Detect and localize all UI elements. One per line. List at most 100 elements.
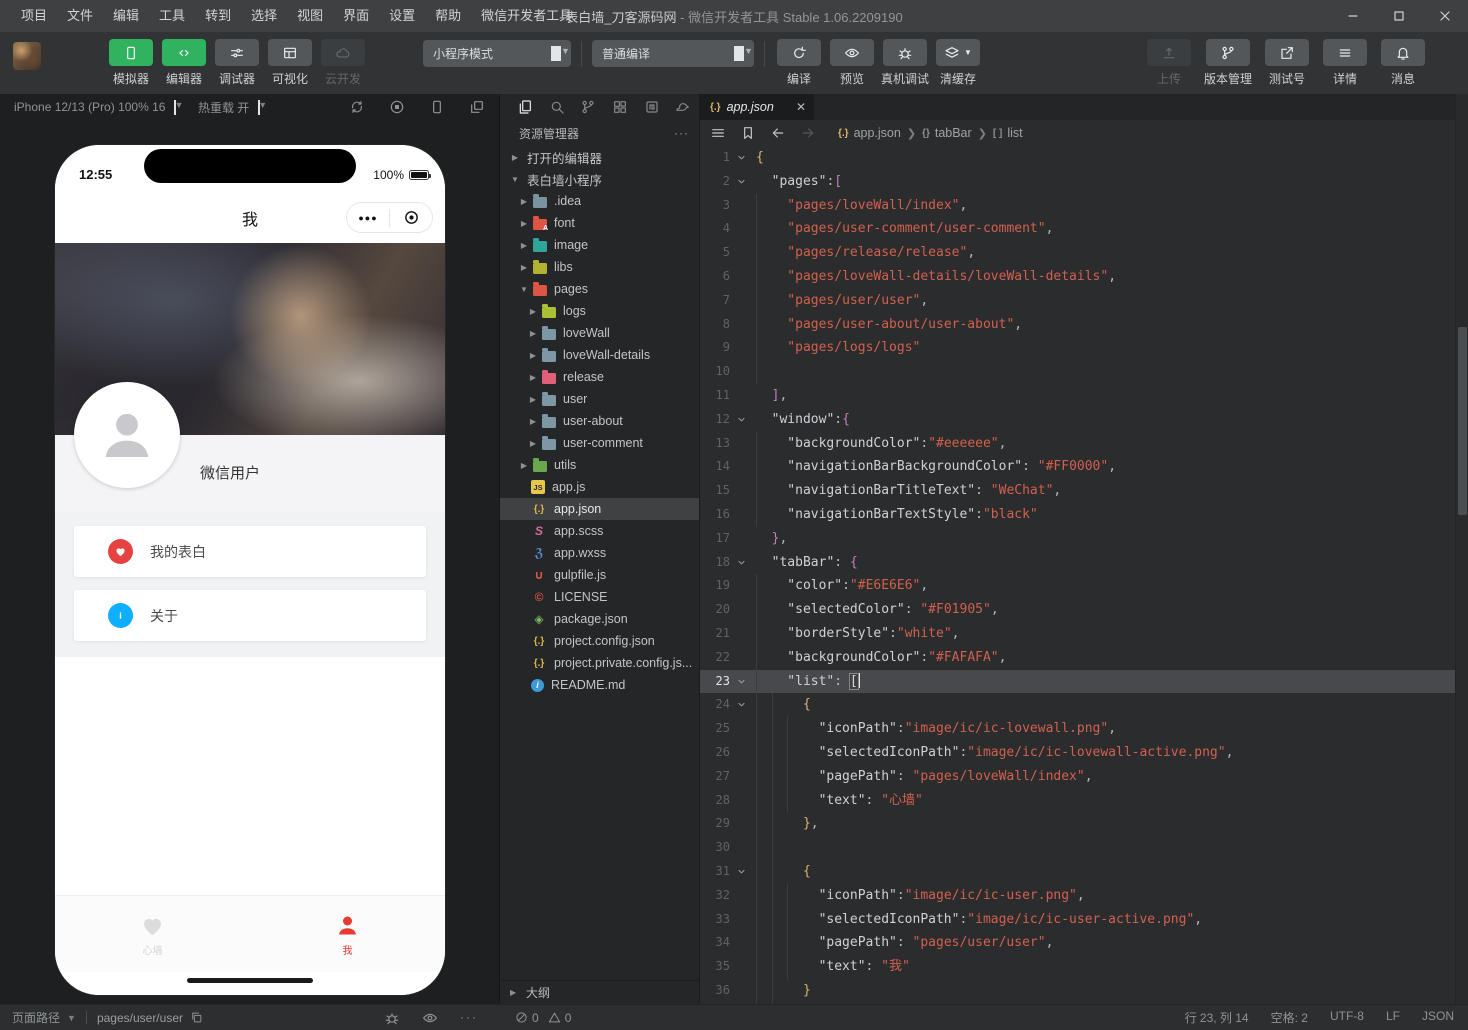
fold-chevron-icon[interactable] — [730, 860, 752, 884]
tree-item-loveWall-details[interactable]: ▶loveWall-details — [500, 344, 699, 366]
user-avatar[interactable] — [13, 42, 41, 70]
phone-tab-我[interactable]: 我 — [250, 896, 445, 972]
code-line-17[interactable]: 17 }, — [700, 527, 1468, 551]
fold-chevron-icon[interactable] — [730, 170, 752, 194]
breadcrumb-item-tabBar[interactable]: {}tabBar — [922, 126, 972, 140]
code-line-16[interactable]: 16 "navigationBarTextStyle":"black" — [700, 503, 1468, 527]
page-path-label[interactable]: 页面路径 — [12, 1009, 60, 1026]
code-line-32[interactable]: 32 "iconPath":"image/ic/ic-user.png", — [700, 884, 1468, 908]
menu-转到[interactable]: 转到 — [196, 0, 240, 32]
code-line-9[interactable]: 9 "pages/logs/logs" — [700, 336, 1468, 360]
eye-icon[interactable] — [422, 1010, 438, 1026]
code-line-6[interactable]: 6 "pages/loveWall-details/loveWall-detai… — [700, 265, 1468, 289]
tree-item-user-comment[interactable]: ▶user-comment — [500, 432, 699, 454]
code-line-35[interactable]: 35 "text": "我" — [700, 955, 1468, 979]
code-line-30[interactable]: 30 — [700, 836, 1468, 860]
menu-帮助[interactable]: 帮助 — [426, 0, 470, 32]
tree-item-release[interactable]: ▶release — [500, 366, 699, 388]
multi-window-icon[interactable] — [469, 99, 485, 115]
code-line-4[interactable]: 4 "pages/user-comment/user-comment", — [700, 217, 1468, 241]
tree-item-app.json[interactable]: {.}app.json — [500, 498, 699, 520]
tree-item-user-about[interactable]: ▶user-about — [500, 410, 699, 432]
npm-panel-icon[interactable] — [636, 99, 668, 115]
tree-item-app.wxss[interactable]: ℨapp.wxss — [500, 542, 699, 564]
tree-item-gulpfile.js[interactable]: ∪gulpfile.js — [500, 564, 699, 586]
device-frame-icon[interactable] — [429, 99, 445, 115]
code-line-10[interactable]: 10 — [700, 360, 1468, 384]
tree-item-loveWall[interactable]: ▶loveWall — [500, 322, 699, 344]
tree-item-project.private.config.js...[interactable]: {.}project.private.config.js... — [500, 652, 699, 674]
tree-item-pages[interactable]: ▼pages — [500, 278, 699, 300]
调试器-button[interactable]: 调试器 — [213, 39, 261, 87]
云开发-button[interactable]: 云开发 — [319, 39, 367, 87]
code-line-33[interactable]: 33 "selectedIconPath":"image/ic/ic-user-… — [700, 908, 1468, 932]
tree-item-.idea[interactable]: ▶.idea — [500, 190, 699, 212]
menu-文件[interactable]: 文件 — [58, 0, 102, 32]
预览-button[interactable]: 预览 — [828, 39, 876, 87]
code-line-34[interactable]: 34 "pagePath": "pages/user/user", — [700, 931, 1468, 955]
code-line-12[interactable]: 12 "window":{ — [700, 408, 1468, 432]
breadcrumb-item-list[interactable]: [ ]list — [993, 126, 1023, 140]
hot-reload-toggle[interactable]: 热重载 开 — [198, 99, 249, 116]
record-stop-icon[interactable] — [389, 99, 405, 115]
fold-chevron-icon[interactable] — [730, 146, 752, 170]
tab-app-json[interactable]: {.} app.json ✕ — [700, 94, 814, 120]
menu-工具[interactable]: 工具 — [150, 0, 194, 32]
menu-设置[interactable]: 设置 — [380, 0, 424, 32]
open-editors-list-icon[interactable] — [710, 125, 726, 141]
消息-button[interactable]: 消息 — [1380, 39, 1426, 87]
code-editor[interactable]: 1{2 "pages":[3 "pages/loveWall/index",4 … — [700, 146, 1468, 1004]
home-indicator[interactable] — [187, 978, 313, 983]
code-line-31[interactable]: 31 { — [700, 860, 1468, 884]
close-tab-icon[interactable]: ✕ — [796, 100, 806, 114]
phone-tab-心墙[interactable]: 心墙 — [55, 896, 250, 972]
menu-项目[interactable]: 项目 — [12, 0, 56, 32]
编译-button[interactable]: 编译 — [775, 39, 823, 87]
tree-item-logs[interactable]: ▶logs — [500, 300, 699, 322]
device-selector[interactable]: iPhone 12/13 (Pro) 100% 16 — [14, 100, 165, 114]
编辑器-button[interactable]: 编辑器 — [160, 39, 208, 87]
code-line-25[interactable]: 25 "iconPath":"image/ic/ic-lovewall.png"… — [700, 717, 1468, 741]
code-line-3[interactable]: 3 "pages/loveWall/index", — [700, 194, 1468, 218]
tree-item-utils[interactable]: ▶utils — [500, 454, 699, 476]
exit-target-icon[interactable] — [390, 209, 432, 226]
menu-界面[interactable]: 界面 — [334, 0, 378, 32]
git-branch-icon[interactable] — [572, 99, 604, 115]
code-line-29[interactable]: 29 }, — [700, 812, 1468, 836]
tree-item-libs[interactable]: ▶libs — [500, 256, 699, 278]
mode-select[interactable]: 小程序模式 ▼ — [423, 40, 571, 67]
maximize-button[interactable] — [1376, 0, 1422, 32]
files-icon[interactable] — [509, 99, 541, 115]
tree-section-打开的编辑器[interactable]: ▶打开的编辑器 — [500, 146, 699, 168]
code-line-8[interactable]: 8 "pages/user-about/user-about", — [700, 313, 1468, 337]
menu-编辑[interactable]: 编辑 — [104, 0, 148, 32]
上传-button[interactable]: 上传 — [1146, 39, 1192, 87]
code-line-13[interactable]: 13 "backgroundColor":"#eeeeee", — [700, 432, 1468, 456]
模拟器-button[interactable]: 模拟器 — [107, 39, 155, 87]
code-line-15[interactable]: 15 "navigationBarTitleText": "WeChat", — [700, 479, 1468, 503]
outline-section[interactable]: ▶ 大纲 — [500, 980, 699, 1004]
fold-chevron-icon[interactable] — [730, 408, 752, 432]
清缓存-button[interactable]: ▼清缓存 — [934, 39, 982, 87]
extensions-icon[interactable] — [604, 99, 636, 115]
more-icon[interactable]: ●●● — [347, 213, 389, 223]
code-line-18[interactable]: 18 "tabBar": { — [700, 551, 1468, 575]
可视化-button[interactable]: 可视化 — [266, 39, 314, 87]
fold-chevron-icon[interactable] — [730, 551, 752, 575]
bookmark-icon[interactable] — [740, 125, 756, 141]
status-item[interactable]: UTF-8 — [1330, 1009, 1364, 1026]
code-line-19[interactable]: 19 "color":"#E6E6E6", — [700, 574, 1468, 598]
more-actions-icon[interactable]: ··· — [674, 126, 689, 140]
card-我的表白[interactable]: 我的表白 — [74, 526, 426, 577]
tree-item-LICENSE[interactable]: ©LICENSE — [500, 586, 699, 608]
tree-item-app.js[interactable]: JSapp.js — [500, 476, 699, 498]
code-line-26[interactable]: 26 "selectedIconPath":"image/ic/ic-lovew… — [700, 741, 1468, 765]
status-item[interactable]: 行 23, 列 14 — [1185, 1009, 1249, 1026]
code-line-2[interactable]: 2 "pages":[ — [700, 170, 1468, 194]
more-icon[interactable]: ··· — [460, 1010, 478, 1026]
debug-icon[interactable] — [384, 1010, 400, 1026]
详情-button[interactable]: 详情 — [1322, 39, 1368, 87]
tree-item-app.scss[interactable]: Sapp.scss — [500, 520, 699, 542]
code-line-28[interactable]: 28 "text": "心墙" — [700, 789, 1468, 813]
status-item[interactable]: LF — [1386, 1009, 1400, 1026]
